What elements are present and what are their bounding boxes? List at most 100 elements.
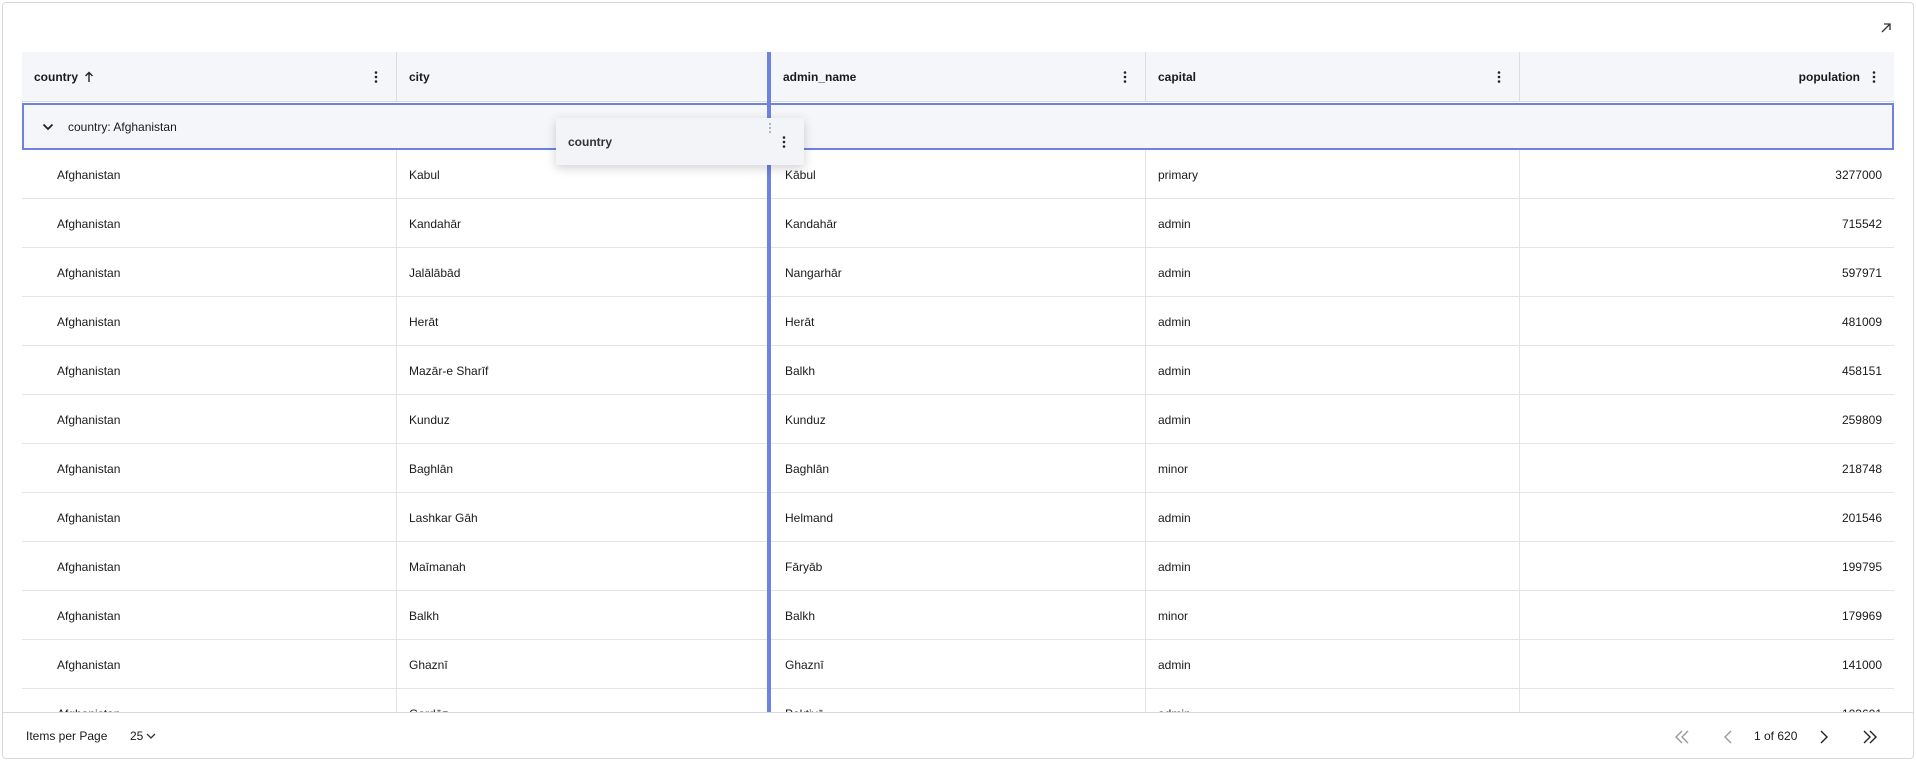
vertical-ellipsis-icon[interactable] [1491,67,1507,87]
table-row[interactable]: Afghanistan Jalālābād Nangarhār admin 597971 [22,248,1894,297]
cell-population: 3277000 [1835,167,1882,182]
chevron-down-icon[interactable] [36,115,60,139]
table-row[interactable]: Afghanistan Maīmanah Fāryāb admin 199795 [22,542,1894,591]
vertical-ellipsis-icon[interactable] [776,132,792,152]
cell-population: 103601 [1520,689,1894,713]
header-row: country city admin_name capital populati… [22,52,1894,102]
cell-population: 715542 [1841,216,1882,231]
page-info: 1 of 620 [1754,729,1798,743]
arrow-up-icon[interactable] [84,71,94,83]
column-header-label: capital [1158,70,1197,84]
vertical-ellipsis-icon[interactable] [1117,67,1133,87]
column-header-country[interactable]: country [22,52,397,102]
cell-capital: admin [1146,640,1520,689]
cell-country: Afghanistan [22,248,397,297]
vertical-ellipsis-icon[interactable] [368,67,384,87]
cell-city: Baghlān [397,444,771,493]
column-header-label: country [34,70,79,84]
cell-capital: admin [1146,199,1520,248]
column-header-city[interactable]: city [397,52,771,102]
cell-capital: admin [1146,346,1520,395]
table-row[interactable]: Afghanistan Kunduz Kunduz admin 259809 [22,395,1894,444]
cell-city: Jalālābād [397,248,771,297]
cell-capital: admin [1146,542,1520,591]
cell-country: Afghanistan [22,542,397,591]
first-page-button[interactable] [1668,723,1696,751]
table-row[interactable]: Afghanistan Baghlān Baghlān minor 218748 [22,444,1894,493]
drag-ghost-label: country [568,134,613,149]
items-per-page-select[interactable]: 25 [128,723,158,749]
cell-admin-name: Balkh [771,591,1146,640]
vertical-ellipsis-icon [768,122,772,137]
cell-population: 199795 [1841,559,1882,574]
cell-population: 201546 [1841,510,1882,525]
cell-capital: admin [1146,689,1520,712]
data-grid: country city admin_name capital populati… [22,52,1894,712]
table-row[interactable]: Afghanistan Lashkar Gāh Helmand admin 201546 [22,493,1894,542]
column-header-admin-name[interactable]: admin_name [771,52,1146,102]
chevron-down-icon [146,733,156,739]
cell-country: Afghanistan [22,689,397,712]
items-per-page-value: 25 [130,729,144,743]
cell-country: Afghanistan [22,395,397,444]
double-chevron-left-icon [1675,730,1689,744]
chevron-right-icon [1820,730,1828,744]
cell-admin-name: Nangarhār [771,248,1146,297]
column-drag-ghost[interactable]: country [556,118,804,165]
cell-capital: admin [1146,395,1520,444]
column-header-label: population [1798,70,1860,84]
table-row[interactable]: Afghanistan Balkh Balkh minor 179969 [22,591,1894,640]
cell-admin-name: Baghlān [771,444,1146,493]
previous-page-button[interactable] [1714,723,1742,751]
table-row[interactable]: Afghanistan Mazār-e Sharīf Balkh admin 45815… [22,346,1894,395]
column-header-population[interactable]: population [1520,52,1894,102]
cell-city: Balkh [397,591,771,640]
cell-capital: admin [1146,248,1520,297]
cell-admin-name: Ghaznī [771,640,1146,689]
cell-admin-name: Balkh [771,346,1146,395]
double-chevron-right-icon [1863,730,1877,744]
cell-country: Afghanistan [22,297,397,346]
cell-country: Afghanistan [22,199,397,248]
expand-button[interactable] [1874,16,1898,40]
pagination-footer: Items per Page 25 1 of 620 [2,712,1914,759]
group-row[interactable]: country: Afghanistan [22,103,1894,150]
cell-capital: minor [1146,444,1520,493]
cell-population: 458151 [1841,363,1882,378]
arrow-up-right-icon [1881,23,1891,33]
items-per-page-label: Items per Page [26,729,108,743]
cell-city: Kandahār [397,199,771,248]
cell-admin-name: Helmand [771,493,1146,542]
cell-admin-name: Herāt [771,297,1146,346]
table-row[interactable]: Afghanistan Herāt Herāt admin 481009 [22,297,1894,346]
cell-capital: admin [1146,493,1520,542]
last-page-button[interactable] [1856,723,1884,751]
next-page-button[interactable] [1810,723,1838,751]
cell-capital: minor [1146,591,1520,640]
cell-population: 218748 [1841,461,1882,476]
group-label: country: Afghanistan [68,119,177,134]
vertical-ellipsis-icon[interactable] [1866,67,1882,87]
cell-admin-name: Kunduz [771,395,1146,444]
column-header-label: city [409,70,430,84]
cell-city: Maīmanah [397,542,771,591]
cell-country: Afghanistan [22,346,397,395]
chevron-left-icon [1724,730,1732,744]
table-row[interactable]: AfghanistanGardēzPaktiyāadmin103601 [22,689,1894,712]
cell-country: Afghanistan [22,493,397,542]
column-header-label: admin_name [783,70,857,84]
cell-country: Afghanistan [22,640,397,689]
cell-admin-name: Kābul [771,150,1146,199]
cell-population: 141000 [1841,657,1882,672]
cell-city: Mazār-e Sharīf [397,346,771,395]
table-row[interactable]: Afghanistan Ghaznī Ghaznī admin 141000 [22,640,1894,689]
cell-admin-name: Kandahār [771,199,1146,248]
cell-capital: admin [1146,297,1520,346]
column-header-capital[interactable]: capital [1146,52,1520,102]
cell-city: Herāt [397,297,771,346]
cell-population: 481009 [1841,314,1882,329]
table-row[interactable]: Afghanistan Kandahār Kandahār admin 715542 [22,199,1894,248]
cell-city: Ghaznī [397,640,771,689]
cell-city: Kunduz [397,395,771,444]
table-row[interactable]: Afghanistan Kabul Kābul primary 3277000 [22,150,1894,199]
